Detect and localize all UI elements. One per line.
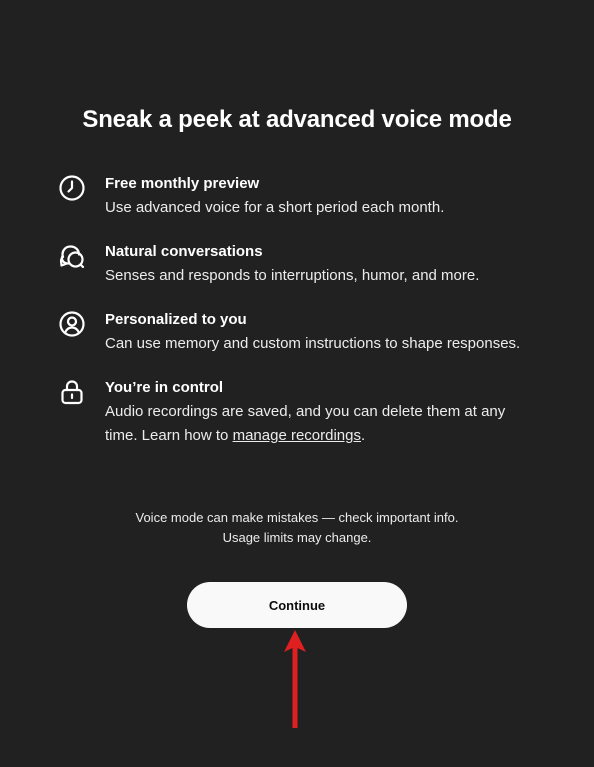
- dialog-title: Sneak a peek at advanced voice mode: [82, 106, 512, 133]
- user-circle-icon: [58, 310, 86, 338]
- feature-personalized: Personalized to you Can use memory and c…: [58, 308, 538, 356]
- red-arrow-annotation: [284, 630, 306, 728]
- feature-title: Natural conversations: [105, 243, 263, 260]
- feature-natural-conversations: Natural conversations Senses and respond…: [58, 240, 538, 288]
- clock-icon: [58, 174, 86, 202]
- feature-title: You’re in control: [105, 379, 224, 396]
- feature-in-control: You’re in control Audio recordings are s…: [58, 376, 538, 448]
- feature-list: Free monthly preview Use advanced voice …: [58, 172, 538, 468]
- feature-free-monthly-preview: Free monthly preview Use advanced voice …: [58, 172, 538, 220]
- chat-bubbles-icon: [58, 242, 86, 270]
- feature-description: Audio recordings are saved, and you can …: [105, 400, 538, 448]
- manage-recordings-link[interactable]: manage recordings: [233, 427, 361, 444]
- continue-button[interactable]: Continue: [187, 582, 407, 628]
- feature-description: Can use memory and custom instructions t…: [105, 335, 521, 352]
- feature-description: Use advanced voice for a short period ea…: [105, 199, 445, 216]
- disclaimer-line-1: Voice mode can make mistakes — check imp…: [135, 510, 459, 525]
- feature-title: Personalized to you: [105, 311, 247, 328]
- lock-icon: [58, 378, 86, 406]
- feature-description: Senses and responds to interruptions, hu…: [105, 267, 480, 284]
- disclaimer-line-2: Usage limits may change.: [222, 530, 372, 545]
- disclaimer: Voice mode can make mistakes — check imp…: [0, 508, 594, 548]
- feature-title: Free monthly preview: [105, 175, 260, 192]
- feature-description-end: .: [361, 427, 366, 444]
